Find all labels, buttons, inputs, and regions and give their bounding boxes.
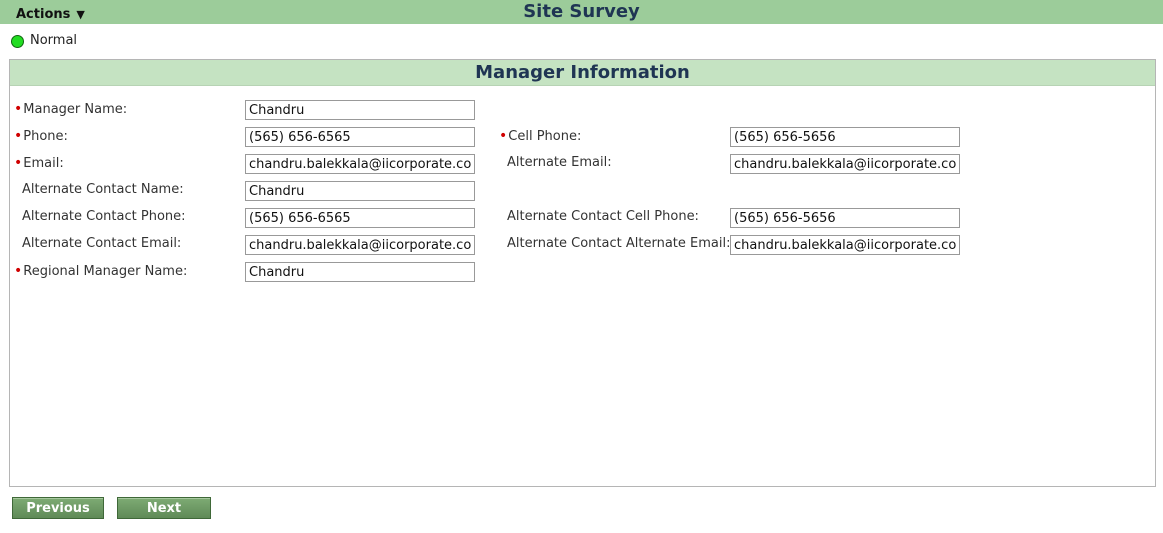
previous-button[interactable]: Previous	[12, 497, 104, 519]
regional-manager-name-label: •Regional Manager Name:	[14, 263, 188, 279]
page-title: Site Survey	[523, 1, 640, 22]
alt-contact-alt-email-input[interactable]	[730, 235, 960, 255]
alternate-email-input[interactable]	[730, 154, 960, 174]
alt-contact-phone-input[interactable]	[245, 208, 475, 228]
required-marker-icon: •	[14, 128, 23, 144]
alt-contact-alt-email-label: Alternate Contact Alternate Email:	[507, 236, 731, 251]
phone-label: •Phone:	[14, 128, 68, 144]
required-marker-icon: •	[14, 155, 23, 171]
alt-contact-cell-phone-label: Alternate Contact Cell Phone:	[507, 209, 699, 224]
regional-manager-name-input[interactable]	[245, 262, 475, 282]
required-marker-icon: •	[499, 128, 508, 144]
manager-name-input[interactable]	[245, 100, 475, 120]
status-dot-icon	[11, 34, 24, 48]
manager-name-label: •Manager Name:	[14, 101, 128, 117]
alt-contact-cell-phone-input[interactable]	[730, 208, 960, 228]
alt-contact-phone-label: Alternate Contact Phone:	[22, 209, 186, 224]
alternate-email-label: Alternate Email:	[507, 155, 612, 170]
cell-phone-label: •Cell Phone:	[499, 128, 582, 144]
alt-contact-email-input[interactable]	[245, 235, 475, 255]
manager-information-panel: Manager Information •Manager Name: •Phon…	[9, 59, 1156, 487]
status-label: Normal	[30, 33, 78, 48]
section-title: Manager Information	[10, 60, 1155, 86]
alt-contact-email-label: Alternate Contact Email:	[22, 236, 182, 251]
phone-input[interactable]	[245, 127, 475, 147]
alt-contact-name-input[interactable]	[245, 181, 475, 201]
next-button[interactable]: Next	[117, 497, 211, 519]
top-bar: Actions ▼ Site Survey	[0, 0, 1163, 24]
alt-contact-name-label: Alternate Contact Name:	[22, 182, 184, 197]
email-input[interactable]	[245, 154, 475, 174]
email-label: •Email:	[14, 155, 64, 171]
required-marker-icon: •	[14, 263, 23, 279]
cell-phone-input[interactable]	[730, 127, 960, 147]
required-marker-icon: •	[14, 101, 23, 117]
status-indicator: Normal	[11, 33, 77, 49]
